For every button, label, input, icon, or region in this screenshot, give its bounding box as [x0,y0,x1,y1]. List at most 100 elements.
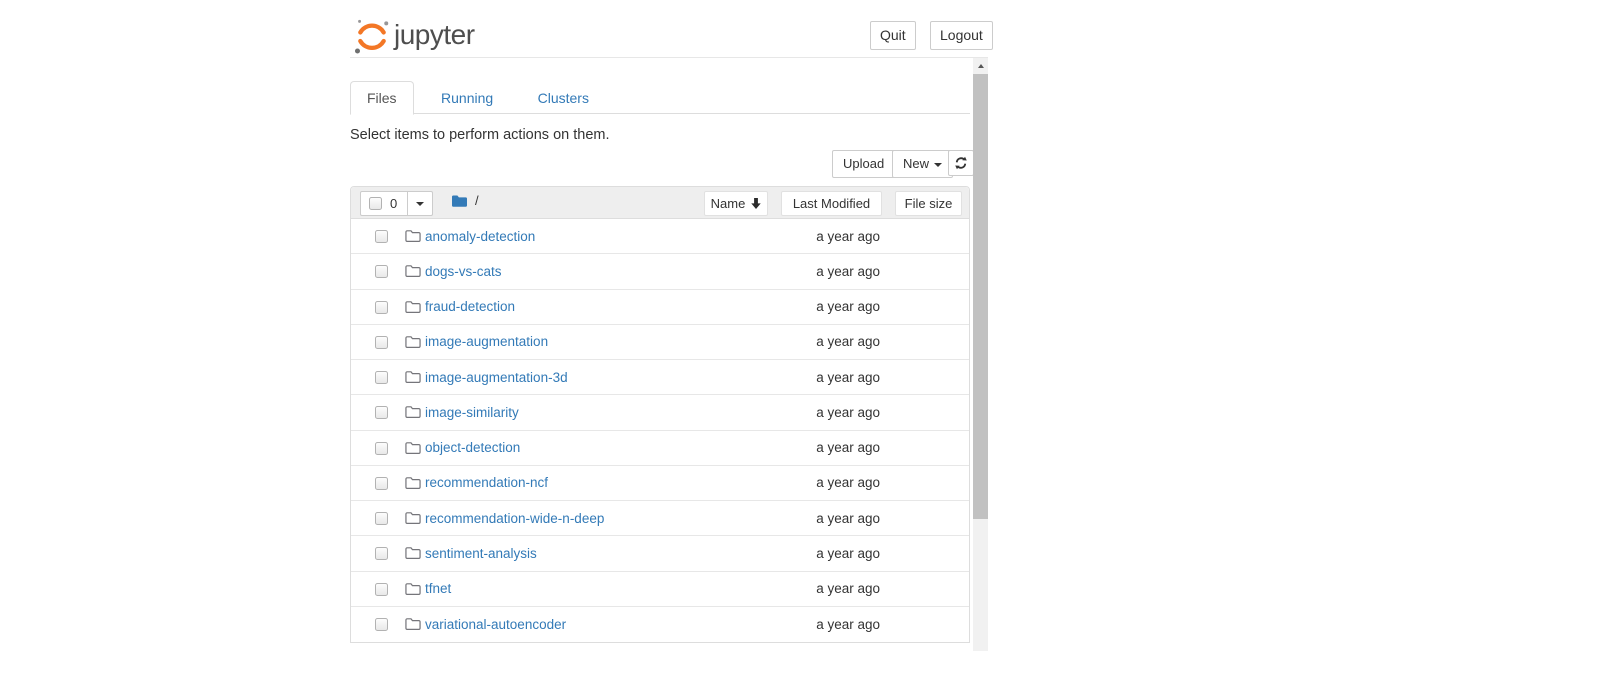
select-all-checkbox[interactable] [369,197,382,210]
triangle-up-icon [978,64,984,68]
last-modified-text: a year ago [816,511,880,526]
table-row: object-detection a year ago [351,431,969,466]
row-checkbox[interactable] [375,230,388,243]
table-row: dogs-vs-cats a year ago [351,254,969,289]
scrollbar-thumb[interactable] [973,74,988,519]
upload-button[interactable]: Upload [832,150,895,178]
item-link[interactable]: object-detection [425,440,520,455]
row-checkbox[interactable] [375,406,388,419]
arrow-down-icon [751,198,761,209]
sort-name-button[interactable]: Name [704,191,768,216]
jupyter-file-browser: jupyter Quit Logout Files Running Cluste… [0,0,1600,679]
folder-outline-icon [405,582,421,596]
last-modified-text: a year ago [816,617,880,632]
selection-button-group: 0 [360,191,433,216]
list-header: 0 / Name Last Modified File size [351,187,969,219]
tab-running[interactable]: Running [424,81,510,115]
last-modified-text: a year ago [816,581,880,596]
last-modified-text: a year ago [816,299,880,314]
row-checkbox[interactable] [375,336,388,349]
last-modified-text: a year ago [816,405,880,420]
row-checkbox[interactable] [375,547,388,560]
table-row: image-similarity a year ago [351,395,969,430]
last-modified-text: a year ago [816,229,880,244]
selection-dropdown-button[interactable] [407,191,433,216]
last-modified-text: a year ago [816,440,880,455]
folder-outline-icon [405,617,421,631]
sort-file-size-button[interactable]: File size [895,191,962,216]
item-link[interactable]: anomaly-detection [425,229,535,244]
selection-notice: Select items to perform actions on them. [350,127,610,143]
last-modified-text: a year ago [816,370,880,385]
folder-outline-icon [405,264,421,278]
scrollbar[interactable] [973,58,988,651]
table-row: variational-autoencoder a year ago [351,607,969,642]
quit-button[interactable]: Quit [870,21,916,50]
tab-files[interactable]: Files [350,81,414,115]
folder-outline-icon [405,370,421,384]
folder-outline-icon [405,441,421,455]
folder-outline-icon [405,511,421,525]
folder-outline-icon [405,300,421,314]
item-link[interactable]: sentiment-analysis [425,546,537,561]
folder-outline-icon [405,229,421,243]
item-link[interactable]: image-augmentation-3d [425,370,568,385]
sort-last-modified-button[interactable]: Last Modified [781,191,882,216]
folder-outline-icon [405,546,421,560]
new-button-label: New [903,156,929,172]
item-link[interactable]: image-similarity [425,405,519,420]
last-modified-text: a year ago [816,475,880,490]
refresh-button[interactable] [948,150,974,176]
tab-clusters[interactable]: Clusters [521,81,606,115]
header-divider [350,57,988,58]
row-checkbox[interactable] [375,442,388,455]
caret-down-icon [934,163,942,167]
row-checkbox[interactable] [375,512,388,525]
table-row: image-augmentation a year ago [351,325,969,360]
row-checkbox[interactable] [375,618,388,631]
row-checkbox[interactable] [375,371,388,384]
folder-icon[interactable] [451,194,468,208]
row-checkbox[interactable] [375,265,388,278]
tab-bar: Files Running Clusters [350,81,606,114]
row-checkbox[interactable] [375,477,388,490]
item-link[interactable]: fraud-detection [425,299,515,314]
item-link[interactable]: variational-autoencoder [425,617,566,632]
file-list-container: 0 / Name Last Modified File size [350,186,970,643]
jupyter-logo-icon [353,15,391,55]
row-checkbox[interactable] [375,301,388,314]
table-row: fraud-detection a year ago [351,290,969,325]
folder-outline-icon [405,335,421,349]
last-modified-text: a year ago [816,546,880,561]
breadcrumb: / [451,193,479,208]
logout-button[interactable]: Logout [930,21,993,50]
jupyter-logo[interactable]: jupyter [353,15,475,55]
last-modified-text: a year ago [816,264,880,279]
table-row: image-augmentation-3d a year ago [351,360,969,395]
folder-outline-icon [405,405,421,419]
caret-down-icon [416,202,424,206]
scrollbar-up-button[interactable] [973,58,988,73]
table-row: anomaly-detection a year ago [351,219,969,254]
table-row: sentiment-analysis a year ago [351,536,969,571]
tab-bar-underline [350,113,970,114]
selected-count: 0 [390,196,397,211]
table-row: recommendation-ncf a year ago [351,466,969,501]
table-row: recommendation-wide-n-deep a year ago [351,501,969,536]
refresh-icon [954,156,968,170]
logo-text: jupyter [394,15,475,55]
select-all-button[interactable]: 0 [360,191,408,216]
item-link[interactable]: image-augmentation [425,334,548,349]
item-link[interactable]: recommendation-wide-n-deep [425,511,604,526]
new-dropdown-button[interactable]: New [892,150,953,178]
row-checkbox[interactable] [375,583,388,596]
file-list: anomaly-detection a year ago dogs-vs-cat… [351,219,969,642]
item-link[interactable]: dogs-vs-cats [425,264,502,279]
sort-name-label: Name [711,196,746,211]
table-row: tfnet a year ago [351,572,969,607]
breadcrumb-path[interactable]: / [475,193,479,208]
folder-outline-icon [405,476,421,490]
item-link[interactable]: tfnet [425,581,451,596]
item-link[interactable]: recommendation-ncf [425,475,548,490]
last-modified-text: a year ago [816,334,880,349]
